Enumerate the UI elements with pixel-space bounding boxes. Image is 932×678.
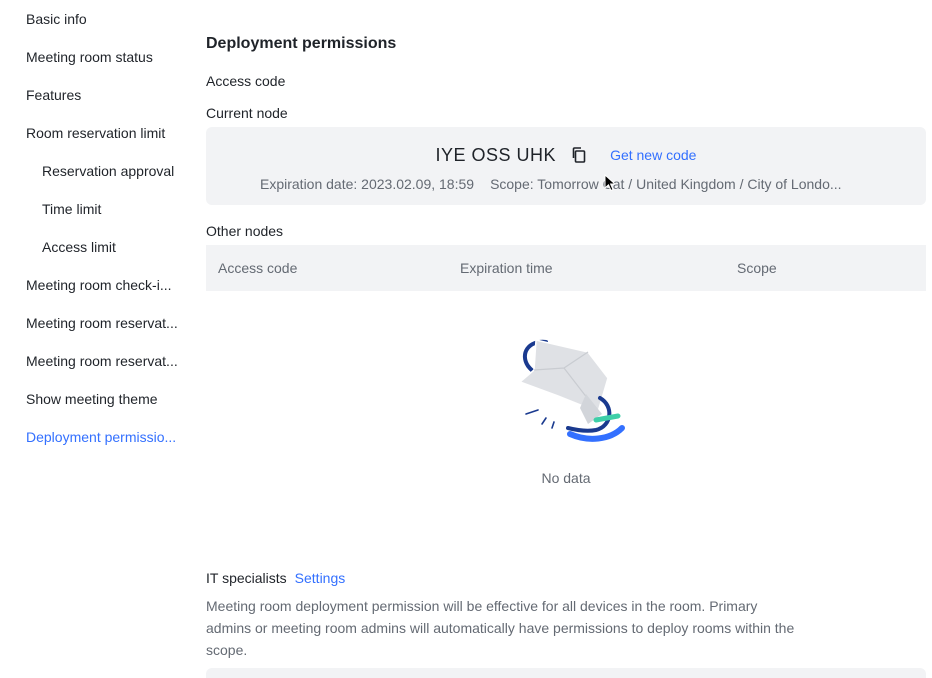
get-new-code-link[interactable]: Get new code: [610, 147, 696, 163]
empty-box-icon: [506, 330, 630, 448]
page-title: Deployment permissions: [206, 35, 397, 52]
it-settings-link[interactable]: Settings: [295, 570, 346, 586]
access-code-label: Access code: [206, 73, 286, 89]
current-node-label: Current node: [206, 105, 288, 121]
it-specialists-description: Meeting room deployment permission will …: [206, 598, 795, 658]
sidebar-item-reservation-2[interactable]: Meeting room reservat...: [26, 351, 186, 371]
other-nodes-label: Other nodes: [206, 223, 284, 239]
it-specialists-title: IT specialists: [206, 570, 287, 586]
code-row: IYE OSS UHK Get new code: [206, 143, 926, 167]
sidebar-item-time-limit[interactable]: Time limit: [42, 199, 186, 219]
sidebar-item-reservation-approval[interactable]: Reservation approval: [42, 161, 186, 181]
column-header-scope: Scope: [737, 260, 777, 276]
sidebar-item-basic-info[interactable]: Basic info: [26, 9, 186, 29]
sidebar-item-check-in[interactable]: Meeting room check-i...: [26, 275, 186, 295]
sidebar-item-show-meeting-theme[interactable]: Show meeting theme: [26, 389, 186, 409]
it-specialists-header: IT specialists Settings: [206, 568, 345, 588]
sidebar-item-room-reservation-limit[interactable]: Room reservation limit: [26, 123, 186, 143]
sidebar-item-features[interactable]: Features: [26, 85, 186, 105]
code-meta: Expiration date: 2023.02.09, 18:59 Scope:…: [260, 175, 870, 193]
sidebar-item-deployment-permissions[interactable]: Deployment permissio...: [26, 427, 186, 447]
mouse-cursor-icon: [604, 174, 616, 192]
other-nodes-table-header: Access code Expiration time Scope: [206, 245, 926, 291]
column-header-expiration-time: Expiration time: [460, 260, 553, 276]
column-header-access-code: Access code: [218, 260, 298, 276]
expiration-date: Expiration date: 2023.02.09, 18:59: [260, 176, 475, 192]
it-specialists-list-top: [206, 668, 926, 678]
main-content: Deployment permissions Access code Curre…: [206, 0, 926, 678]
sidebar-item-reservation-1[interactable]: Meeting room reservat...: [26, 313, 186, 333]
empty-state-text: No data: [541, 470, 591, 486]
copy-icon[interactable]: [570, 146, 588, 164]
sidebar-item-access-limit[interactable]: Access limit: [42, 237, 186, 257]
current-node-card: IYE OSS UHK Get new code Expiration date…: [206, 127, 926, 205]
access-code-value: IYE OSS UHK: [435, 145, 557, 165]
sidebar-item-meeting-room-status[interactable]: Meeting room status: [26, 47, 186, 67]
sidebar-nav: Basic info Meeting room status Features …: [0, 0, 190, 678]
scope-text: Scope: Tomorrow Cat / United Kingdom / C…: [490, 176, 842, 192]
